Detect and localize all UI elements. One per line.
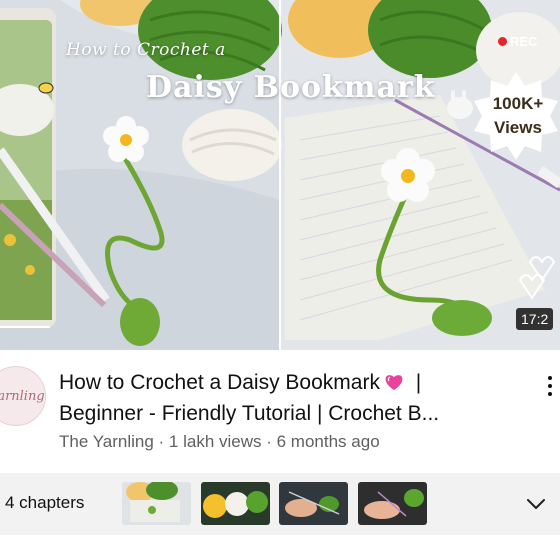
record-dot-icon xyxy=(498,37,507,46)
rec-indicator: REC xyxy=(498,34,537,49)
thumbnail-overlay-subtitle: How to Crochet a xyxy=(66,40,226,60)
more-options-button[interactable] xyxy=(540,372,560,406)
chapter-thumbnail-3[interactable] xyxy=(279,482,348,525)
pink-heart-icon xyxy=(385,375,403,390)
more-vert-dot-icon xyxy=(548,392,552,396)
chapter-thumbnail-2[interactable] xyxy=(201,482,270,525)
channel-avatar[interactable]: arnling xyxy=(0,366,46,426)
chevron-down-icon[interactable] xyxy=(525,493,547,515)
views-badge-label: Views xyxy=(494,118,542,137)
views-badge-count: 100K+ xyxy=(492,94,544,113)
video-title-line-1: How to Crochet a Daisy Bookmark | xyxy=(59,367,529,398)
more-vert-dot-icon xyxy=(548,384,552,388)
chapter-thumbnail-1[interactable] xyxy=(122,482,191,525)
video-meta: The Yarnling · 1 lakh views · 6 months a… xyxy=(59,432,380,451)
video-thumbnail[interactable]: How to Crochet a Daisy Bookmark REC 100K… xyxy=(0,0,560,350)
video-title[interactable]: How to Crochet a Daisy Bookmark | Beginn… xyxy=(59,367,529,429)
video-title-text-1: How to Crochet a Daisy Bookmark xyxy=(59,371,380,394)
chapters-bar[interactable]: 4 chapters xyxy=(0,473,560,535)
chapter-thumbnail-4[interactable] xyxy=(358,482,427,525)
video-duration: 17:2 xyxy=(516,308,554,330)
video-title-line-2: Beginner - Friendly Tutorial | Crochet B… xyxy=(59,402,440,425)
views-badge: 100K+ Views xyxy=(478,92,558,140)
rec-label: REC xyxy=(510,34,538,49)
thumbnail-overlay-title: Daisy Bookmark xyxy=(146,70,436,105)
channel-avatar-text: arnling xyxy=(0,388,45,404)
video-title-separator: | xyxy=(415,371,422,394)
chapters-label: 4 chapters xyxy=(5,493,85,512)
more-vert-dot-icon xyxy=(548,376,552,380)
